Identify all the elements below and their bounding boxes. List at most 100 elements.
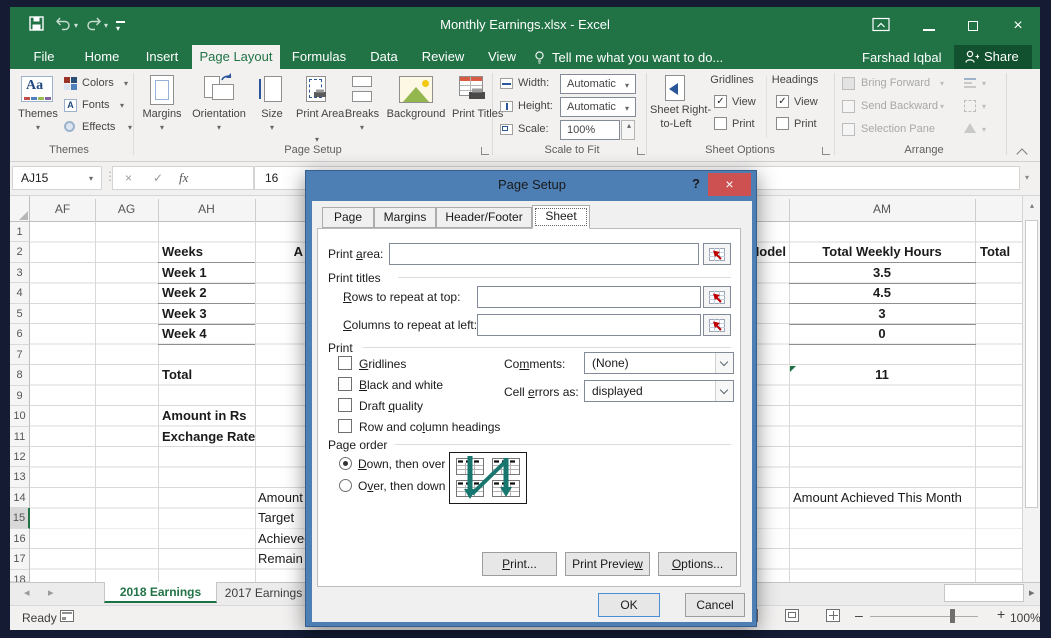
cell-right-total[interactable]: Total bbox=[980, 244, 1022, 259]
tab-page-layout-active[interactable]: Page Layout bbox=[192, 45, 280, 69]
send-backward-label[interactable]: Send Backward bbox=[861, 100, 938, 112]
page-setup-dialog-launcher[interactable] bbox=[481, 147, 489, 155]
margins-button[interactable]: Margins ▾ bbox=[138, 72, 186, 148]
minimize-button[interactable] bbox=[908, 7, 950, 45]
tab-review[interactable]: Review bbox=[414, 45, 472, 69]
tell-me-box[interactable] bbox=[534, 51, 546, 70]
cell-target[interactable]: Target bbox=[258, 510, 305, 525]
orientation-button[interactable]: Orientation ▾ bbox=[190, 72, 248, 148]
tell-me-label[interactable]: Tell me what you want to do... bbox=[552, 50, 723, 65]
redo-dropdown-icon[interactable]: ▾ bbox=[104, 22, 108, 30]
cell-hours-week3[interactable]: 3 bbox=[789, 306, 975, 321]
cell-errors-combobox[interactable]: displayed bbox=[584, 380, 734, 402]
comments-combo-button[interactable] bbox=[715, 353, 733, 373]
print-area-button[interactable]: Print Area ▾ bbox=[294, 72, 340, 148]
zoom-slider-track[interactable] bbox=[870, 616, 978, 617]
breaks-button[interactable]: Breaks ▾ bbox=[342, 72, 382, 148]
tab-view[interactable]: View bbox=[478, 45, 526, 69]
cell-total[interactable]: Total bbox=[162, 367, 192, 382]
sheet-rtl-button[interactable]: Sheet Right- to-Left bbox=[650, 72, 702, 148]
print-area-input[interactable] bbox=[389, 243, 699, 265]
row-header-14[interactable]: 14 bbox=[10, 488, 30, 508]
cell-week1[interactable]: Week 1 bbox=[162, 265, 207, 280]
maximize-button[interactable] bbox=[952, 7, 994, 45]
sheet-tab-2017-earnings[interactable]: 2017 Earnings bbox=[217, 582, 310, 605]
row-col-headings-checkbox[interactable] bbox=[338, 419, 352, 433]
cell-exchange-rate[interactable]: Exchange Rate bbox=[162, 429, 255, 444]
options-button[interactable]: Options... bbox=[658, 552, 737, 576]
column-header-ag[interactable]: AG bbox=[95, 202, 158, 216]
scale-spinner[interactable]: ▴ bbox=[621, 120, 635, 140]
over-then-down-radio[interactable] bbox=[339, 479, 352, 492]
row-header-5[interactable]: 5 bbox=[10, 304, 30, 324]
gridlines-print-checkbox[interactable] bbox=[714, 117, 727, 130]
sheet-tab-2018-earnings-active[interactable]: 2018 Earnings bbox=[104, 582, 217, 603]
print-titles-button[interactable]: Print Titles bbox=[450, 72, 492, 148]
ok-button[interactable]: OK bbox=[598, 593, 660, 617]
ribbon-display-options-button[interactable] bbox=[872, 17, 891, 38]
background-button[interactable]: Background bbox=[384, 72, 448, 148]
print-button[interactable]: Print... bbox=[482, 552, 557, 576]
cell-amount-achieved[interactable]: Amount Achieved This Month bbox=[793, 490, 962, 505]
black-and-white-checkbox[interactable] bbox=[338, 377, 352, 391]
scale-spin-up-icon[interactable]: ▴ bbox=[622, 122, 636, 130]
column-header-ah[interactable]: AH bbox=[158, 202, 255, 216]
tab-file[interactable]: File bbox=[20, 45, 68, 69]
cell-hours-week2[interactable]: 4.5 bbox=[789, 285, 975, 300]
cancel-entry-icon[interactable]: × bbox=[125, 171, 132, 185]
draft-quality-checkbox[interactable] bbox=[338, 398, 352, 412]
row-header-6[interactable]: 6 bbox=[10, 324, 30, 345]
undo-dropdown-icon[interactable]: ▾ bbox=[74, 22, 78, 30]
save-button[interactable] bbox=[29, 16, 44, 36]
tab-home[interactable]: Home bbox=[74, 45, 130, 69]
cell-total-weekly-hours[interactable]: Total Weekly Hours bbox=[789, 244, 975, 259]
cell-hours-week1[interactable]: 3.5 bbox=[789, 265, 975, 280]
sheet-options-dialog-launcher[interactable] bbox=[822, 147, 830, 155]
down-then-over-radio[interactable] bbox=[339, 457, 352, 470]
tab-formulas[interactable]: Formulas bbox=[284, 45, 354, 69]
page-break-view-button[interactable] bbox=[826, 609, 840, 622]
zoom-out-icon[interactable]: – bbox=[855, 607, 863, 623]
vertical-scrollbar[interactable]: ▴ bbox=[1022, 196, 1040, 582]
undo-button[interactable] bbox=[55, 17, 71, 36]
scale-height-combo[interactable]: Automatic ▾ bbox=[560, 97, 636, 117]
gridlines-view-checkbox[interactable]: ✓ bbox=[714, 95, 727, 108]
scale-dialog-launcher[interactable] bbox=[637, 147, 645, 155]
row-header-7[interactable]: 7 bbox=[10, 345, 30, 365]
quick-access-customize-chevron-icon[interactable]: ▾ bbox=[116, 25, 120, 33]
cell-errors-combo-button[interactable] bbox=[715, 381, 733, 401]
row-header-15-selected[interactable]: 15 bbox=[10, 508, 30, 529]
row-header-18[interactable]: 18 bbox=[10, 570, 30, 582]
cell-achieved[interactable]: Achieved bbox=[258, 531, 305, 546]
rows-repeat-input[interactable] bbox=[477, 286, 701, 308]
name-box[interactable]: AJ15 ▾ bbox=[12, 166, 102, 190]
size-button[interactable]: Size ▾ bbox=[252, 72, 292, 148]
zoom-in-icon[interactable]: + bbox=[997, 606, 1005, 622]
cols-repeat-collapse-button[interactable] bbox=[703, 314, 731, 336]
cell-hours-total[interactable]: 11 bbox=[789, 367, 975, 382]
selection-pane-label[interactable]: Selection Pane bbox=[861, 123, 935, 135]
signed-in-user[interactable]: Farshad Iqbal bbox=[862, 50, 942, 65]
headings-view-checkbox[interactable]: ✓ bbox=[776, 95, 789, 108]
dialog-close-button[interactable]: × bbox=[708, 173, 751, 196]
column-header-af[interactable]: AF bbox=[30, 202, 95, 216]
print-area-collapse-button[interactable] bbox=[703, 243, 731, 265]
cell-remaining[interactable]: Remain bbox=[258, 551, 305, 566]
horizontal-scroll-right-icon[interactable]: ▸ bbox=[1029, 586, 1035, 599]
cols-repeat-input[interactable] bbox=[477, 314, 701, 336]
tab-data[interactable]: Data bbox=[360, 45, 408, 69]
close-button[interactable]: × bbox=[996, 7, 1040, 45]
macro-record-icon[interactable] bbox=[60, 610, 74, 622]
cell-week4[interactable]: Week 4 bbox=[162, 326, 207, 341]
insert-function-icon[interactable]: fx bbox=[179, 170, 188, 186]
row-header-16[interactable]: 16 bbox=[10, 529, 30, 549]
scale-spinbox[interactable]: 100% bbox=[560, 120, 620, 140]
cell-partial-a[interactable]: A bbox=[255, 244, 303, 259]
cell-week2[interactable]: Week 2 bbox=[162, 285, 207, 300]
column-header-am[interactable]: AM bbox=[789, 202, 975, 216]
horizontal-scroll-thumb[interactable] bbox=[944, 584, 1024, 602]
tab-insert[interactable]: Insert bbox=[134, 45, 190, 69]
row-header-2[interactable]: 2 bbox=[10, 242, 30, 263]
redo-button[interactable] bbox=[86, 17, 102, 36]
row-header-12[interactable]: 12 bbox=[10, 447, 30, 467]
